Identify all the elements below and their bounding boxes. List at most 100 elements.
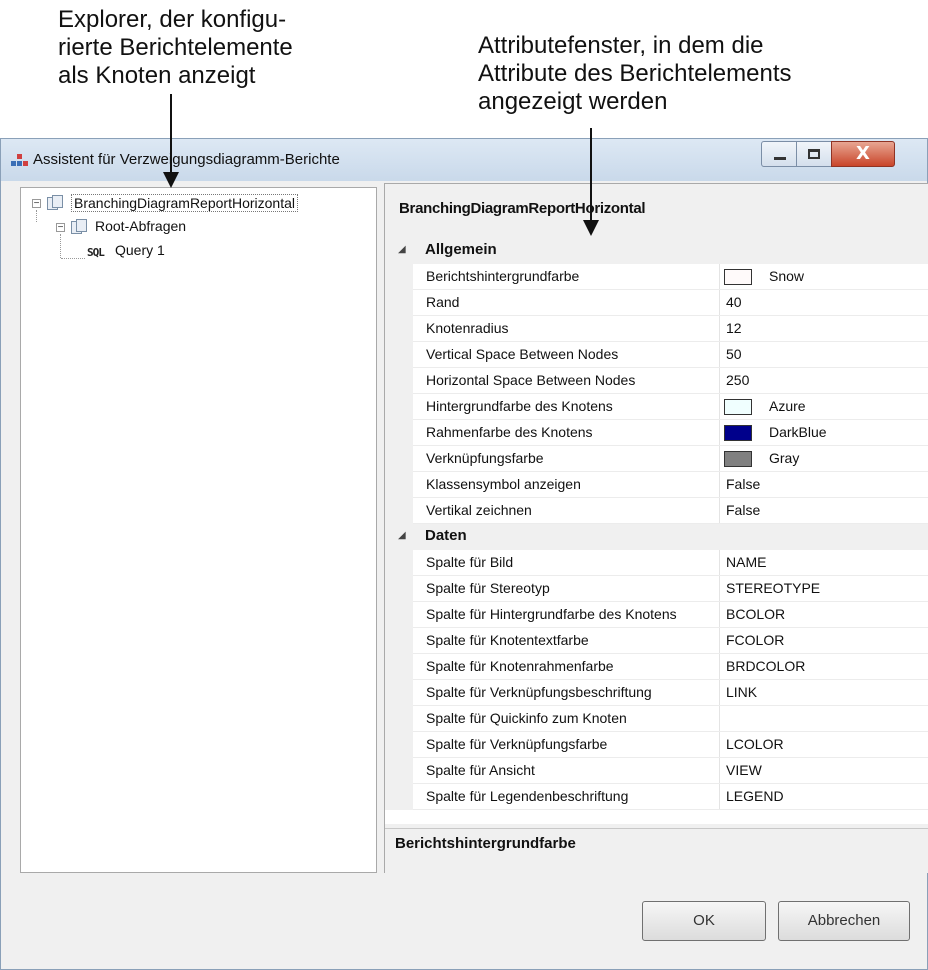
property-name: Spalte für Ansicht — [426, 762, 535, 778]
property-row[interactable]: Vertical Space Between Nodes 50 — [385, 342, 928, 368]
property-row[interactable]: Spalte für Ansicht VIEW — [385, 758, 928, 784]
property-name: Spalte für Quickinfo zum Knoten — [426, 710, 627, 726]
minimize-icon — [774, 157, 786, 160]
app-icon — [11, 154, 28, 166]
property-name: Hintergrundfarbe des Knotens — [426, 398, 613, 414]
collapse-triangle-icon[interactable]: ◢ — [398, 244, 406, 255]
sql-icon: SQL — [87, 246, 105, 259]
property-row[interactable]: Knotenradius 12 — [385, 316, 928, 342]
maximize-icon — [808, 149, 820, 159]
property-value[interactable]: VIEW — [726, 762, 762, 778]
property-value[interactable]: 12 — [726, 320, 742, 336]
tree-node-query-1[interactable]: SQL Query 1 — [87, 242, 237, 262]
property-row[interactable]: Spalte für Verknüpfungsbeschriftung LINK — [385, 680, 928, 706]
property-row[interactable]: Berichtshintergrundfarbe Snow — [385, 264, 928, 290]
property-row[interactable]: Klassensymbol anzeigen False — [385, 472, 928, 498]
color-swatch — [724, 269, 752, 285]
minimize-button[interactable] — [761, 141, 797, 167]
property-name: Horizontal Space Between Nodes — [426, 372, 636, 388]
property-name: Klassensymbol anzeigen — [426, 476, 581, 492]
cancel-button[interactable]: Abbrechen — [778, 901, 910, 941]
property-name: Spalte für Hintergrundfarbe des Knotens — [426, 606, 677, 622]
property-value[interactable]: NAME — [726, 554, 766, 570]
folder-icon — [71, 219, 89, 235]
property-value[interactable]: Gray — [769, 450, 799, 466]
property-name: Vertical Space Between Nodes — [426, 346, 619, 362]
row-gutter — [385, 680, 413, 706]
property-row[interactable]: Verknüpfungsfarbe Gray — [385, 446, 928, 472]
property-row[interactable]: Spalte für Bild NAME — [385, 550, 928, 576]
property-row[interactable]: Spalte für Stereotyp STEREOTYPE — [385, 576, 928, 602]
collapse-triangle-icon[interactable]: ◢ — [398, 530, 406, 541]
row-gutter — [385, 394, 413, 420]
property-row[interactable]: Hintergrundfarbe des Knotens Azure — [385, 394, 928, 420]
tree-label-root-queries: Root-Abfragen — [95, 218, 187, 234]
maximize-button[interactable] — [796, 141, 832, 167]
property-value[interactable]: Snow — [769, 268, 804, 284]
property-row[interactable]: Spalte für Quickinfo zum Knoten — [385, 706, 928, 732]
property-value[interactable]: LEGEND — [726, 788, 784, 804]
row-gutter — [385, 732, 413, 758]
property-value[interactable]: FCOLOR — [726, 632, 784, 648]
ok-button[interactable]: OK — [642, 901, 766, 941]
property-row[interactable]: Rahmenfarbe des Knotens DarkBlue — [385, 420, 928, 446]
property-value[interactable]: LINK — [726, 684, 757, 700]
property-value[interactable]: 40 — [726, 294, 742, 310]
property-row[interactable]: Rand 40 — [385, 290, 928, 316]
column-divider — [719, 290, 720, 316]
property-value[interactable]: BRDCOLOR — [726, 658, 805, 674]
property-value[interactable]: DarkBlue — [769, 424, 827, 440]
property-row[interactable]: Spalte für Verknüpfungsfarbe LCOLOR — [385, 732, 928, 758]
property-row[interactable]: Spalte für Knotentextfarbe FCOLOR — [385, 628, 928, 654]
collapse-toggle[interactable]: − — [32, 199, 41, 209]
collapse-toggle[interactable]: − — [56, 223, 65, 233]
row-divider — [413, 809, 928, 810]
property-value[interactable]: 250 — [726, 372, 749, 388]
property-row[interactable]: Spalte für Hintergrundfarbe des Knotens B… — [385, 602, 928, 628]
column-divider — [719, 628, 720, 654]
row-gutter — [385, 602, 413, 628]
column-divider — [719, 342, 720, 368]
column-divider — [719, 368, 720, 394]
property-name: Spalte für Legendenbeschriftung — [426, 788, 629, 804]
row-gutter — [385, 290, 413, 316]
row-gutter — [385, 576, 413, 602]
tree-node-root-queries[interactable]: − Root-Abfragen — [55, 218, 255, 238]
property-name: Vertikal zeichnen — [426, 502, 532, 518]
property-value[interactable]: BCOLOR — [726, 606, 785, 622]
row-gutter — [385, 550, 413, 576]
explorer-tree[interactable]: − BranchingDiagramReportHorizontal − Roo… — [20, 187, 377, 873]
property-grid[interactable]: ◢ Allgemein Berichtshintergrundfarbe Snow Ra… — [385, 238, 928, 824]
category-daten[interactable]: ◢ Daten — [385, 524, 928, 550]
close-icon: X — [856, 143, 870, 164]
property-value[interactable]: 50 — [726, 346, 742, 362]
category-allgemein[interactable]: ◢ Allgemein — [385, 238, 928, 264]
property-row[interactable]: Horizontal Space Between Nodes 250 — [385, 368, 928, 394]
property-row[interactable]: Spalte für Knotenrahmenfarbe BRDCOLOR — [385, 654, 928, 680]
row-gutter — [385, 758, 413, 784]
property-value[interactable]: LCOLOR — [726, 736, 784, 752]
window-title: Assistent für Verzweigungsdiagramm-Beric… — [33, 151, 340, 168]
description-title: Berichtshintergrundfarbe — [395, 835, 576, 852]
column-divider — [719, 472, 720, 498]
color-swatch — [724, 399, 752, 415]
attribute-panel: BranchingDiagramReportHorizontal ◢ Allgem… — [384, 183, 928, 873]
row-gutter — [385, 628, 413, 654]
column-divider — [719, 576, 720, 602]
property-value[interactable]: False — [726, 476, 760, 492]
property-value[interactable]: Azure — [769, 398, 806, 414]
property-row[interactable]: Spalte für Legendenbeschriftung LEGEND — [385, 784, 928, 810]
explorer-callout: Explorer, der konfigu- rierte Berichtele… — [58, 6, 293, 89]
row-gutter — [385, 784, 413, 810]
tree-label-query-1: Query 1 — [115, 242, 165, 258]
row-gutter — [385, 420, 413, 446]
column-divider — [719, 446, 720, 472]
property-value[interactable]: False — [726, 502, 760, 518]
property-row[interactable]: Vertikal zeichnen False — [385, 498, 928, 524]
tree-node-report[interactable]: − BranchingDiagramReportHorizontal — [31, 194, 371, 214]
row-gutter — [385, 498, 413, 524]
property-value[interactable]: STEREOTYPE — [726, 580, 820, 596]
close-button[interactable]: X — [831, 141, 895, 167]
title-bar[interactable]: Assistent für Verzweigungsdiagramm-Beric… — [1, 139, 927, 181]
property-name: Rahmenfarbe des Knotens — [426, 424, 593, 440]
